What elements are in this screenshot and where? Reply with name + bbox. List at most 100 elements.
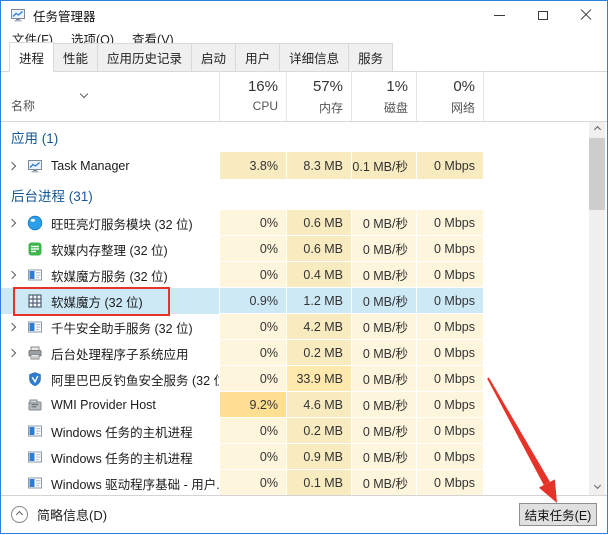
column-header-内存[interactable]: 57% 内存 <box>286 71 351 121</box>
shield-icon <box>27 371 43 387</box>
column-label: 网络 <box>417 99 475 116</box>
process-row[interactable]: Windows 任务的主机进程0%0.9 MB0 MB/秒0 Mbps <box>1 444 589 470</box>
scroll-down-icon[interactable] <box>589 478 605 493</box>
cpu-cell: 0% <box>219 366 286 392</box>
process-name-area: 软媒魔方 (32 位) <box>1 288 219 314</box>
process-name-area: Windows 驱动程序基础 - 用户... <box>1 470 219 495</box>
tab-详细信息[interactable]: 详细信息 <box>279 43 349 72</box>
memory-cell: 0.2 MB <box>286 418 351 444</box>
network-cell: 0 Mbps <box>416 314 483 340</box>
expander-icon[interactable] <box>1 220 21 226</box>
memory-cell: 0.4 MB <box>286 262 351 288</box>
column-label: CPU <box>220 99 278 113</box>
scrollbar[interactable] <box>589 122 605 495</box>
tab-进程[interactable]: 进程 <box>9 42 54 72</box>
section-header[interactable]: 后台进程 (31) <box>1 180 589 210</box>
cpu-cell: 0% <box>219 314 286 340</box>
process-row[interactable]: Windows 驱动程序基础 - 用户...0%0.1 MB0 MB/秒0 Mb… <box>1 470 589 495</box>
process-row[interactable]: WMI Provider Host9.2%4.6 MB0 MB/秒0 Mbps <box>1 392 589 418</box>
process-row[interactable]: 千牛安全助手服务 (32 位)0%4.2 MB0 MB/秒0 Mbps <box>1 314 589 340</box>
disk-cell: 0 MB/秒 <box>351 314 416 340</box>
summary-toggle[interactable]: 简略信息(D) <box>11 505 107 524</box>
process-row[interactable]: 阿里巴巴反钓鱼安全服务 (32 位)0%33.9 MB0 MB/秒0 Mbps <box>1 366 589 392</box>
process-name-area: WMI Provider Host <box>1 392 219 418</box>
memory-cell: 0.2 MB <box>286 340 351 366</box>
cpu-cell: 0% <box>219 444 286 470</box>
app-window-icon <box>27 319 43 335</box>
process-row[interactable]: 后台处理程序子系统应用0%0.2 MB0 MB/秒0 Mbps <box>1 340 589 366</box>
disk-cell: 0 MB/秒 <box>351 366 416 392</box>
cpu-cell: 0% <box>219 236 286 262</box>
tab-启动[interactable]: 启动 <box>191 43 236 72</box>
column-label: 内存 <box>287 99 343 116</box>
process-name-area: 后台处理程序子系统应用 <box>1 340 219 366</box>
app-window-icon <box>27 267 43 283</box>
column-header-CPU[interactable]: 16%CPU <box>219 71 286 121</box>
memory-cell: 0.9 MB <box>286 444 351 470</box>
table-header: 名称 16%CPU57% 内存 1%磁盘0%网络 <box>1 71 607 122</box>
collapse-all-icon[interactable] <box>81 84 87 102</box>
column-header-网络[interactable]: 0%网络 <box>416 71 483 121</box>
process-name: Windows 任务的主机进程 <box>51 422 193 441</box>
process-name-area: Task Manager <box>1 152 219 180</box>
column-separator <box>483 71 484 121</box>
expander-icon[interactable] <box>1 324 21 330</box>
process-name: 旺旺亮灯服务模块 (32 位) <box>51 214 193 233</box>
memory-cell: 1.2 MB <box>286 288 351 314</box>
tab-用户[interactable]: 用户 <box>235 43 280 72</box>
process-name-area: 软媒内存整理 (32 位) <box>1 236 219 262</box>
process-row[interactable]: Windows 任务的主机进程0%0.2 MB0 MB/秒0 Mbps <box>1 418 589 444</box>
maximize-button[interactable] <box>521 1 564 29</box>
column-header-磁盘[interactable]: 1%磁盘 <box>351 71 416 121</box>
tab-服务[interactable]: 服务 <box>348 43 393 72</box>
footer-bar: 简略信息(D) 结束任务(E) <box>1 495 607 533</box>
disk-cell: 0.1 MB/秒 <box>351 152 416 180</box>
network-cell: 0 Mbps <box>416 366 483 392</box>
cpu-cell: 0.9% <box>219 288 286 314</box>
close-icon <box>580 9 592 21</box>
expander-icon[interactable] <box>1 350 21 356</box>
memory-cell: 4.2 MB <box>286 314 351 340</box>
memory-cell: 8.3 MB <box>286 152 351 180</box>
scrollbar-thumb[interactable] <box>589 138 605 210</box>
disk-cell: 0 MB/秒 <box>351 470 416 495</box>
column-usage-value: 57% <box>287 78 343 95</box>
process-name: Windows 任务的主机进程 <box>51 448 193 467</box>
app-window-icon <box>27 475 43 491</box>
network-cell: 0 Mbps <box>416 392 483 418</box>
cpu-cell: 0% <box>219 210 286 236</box>
app-icon <box>10 7 26 23</box>
tab-应用历史记录[interactable]: 应用历史记录 <box>97 43 192 72</box>
window-title: 任务管理器 <box>33 6 96 25</box>
minimize-icon <box>494 15 505 16</box>
process-row[interactable]: Task Manager3.8%8.3 MB0.1 MB/秒0 Mbps <box>1 152 589 180</box>
process-row[interactable]: 软媒魔方服务 (32 位)0%0.4 MB0 MB/秒0 Mbps <box>1 262 589 288</box>
process-name: WMI Provider Host <box>51 398 156 412</box>
end-task-button[interactable]: 结束任务(E) <box>519 503 597 526</box>
column-header-name[interactable]: 名称 <box>11 97 35 114</box>
process-row[interactable]: 软媒内存整理 (32 位)0%0.6 MB0 MB/秒0 Mbps <box>1 236 589 262</box>
memory-cell: 0.6 MB <box>286 210 351 236</box>
section-header[interactable]: 应用 (1) <box>1 122 589 152</box>
cpu-cell: 0% <box>219 340 286 366</box>
network-cell: 0 Mbps <box>416 152 483 180</box>
network-cell: 0 Mbps <box>416 210 483 236</box>
expander-icon[interactable] <box>1 163 21 169</box>
scroll-up-icon[interactable] <box>589 122 605 137</box>
network-cell: 0 Mbps <box>416 418 483 444</box>
memory-cell: 4.6 MB <box>286 392 351 418</box>
process-name-area: 千牛安全助手服务 (32 位) <box>1 314 219 340</box>
process-name: 软媒魔方 (32 位) <box>51 292 143 311</box>
process-row[interactable]: 旺旺亮灯服务模块 (32 位)0%0.6 MB0 MB/秒0 Mbps <box>1 210 589 236</box>
cpu-cell: 3.8% <box>219 152 286 180</box>
close-button[interactable] <box>564 1 607 29</box>
expander-icon[interactable] <box>1 272 21 278</box>
cpu-cell: 0% <box>219 470 286 495</box>
minimize-button[interactable] <box>478 1 521 29</box>
process-row[interactable]: 软媒魔方 (32 位)0.9%1.2 MB0 MB/秒0 Mbps <box>1 288 589 314</box>
wangwang-icon <box>27 215 43 231</box>
tab-性能[interactable]: 性能 <box>53 43 98 72</box>
process-list: 应用 (1)Task Manager3.8%8.3 MB0.1 MB/秒0 Mb… <box>1 122 589 495</box>
task-manager-window: 任务管理器 文件(F)选项(O)查看(V) 进程性能应用历史记录启动用户详细信息… <box>0 0 608 534</box>
printer-icon <box>27 345 43 361</box>
